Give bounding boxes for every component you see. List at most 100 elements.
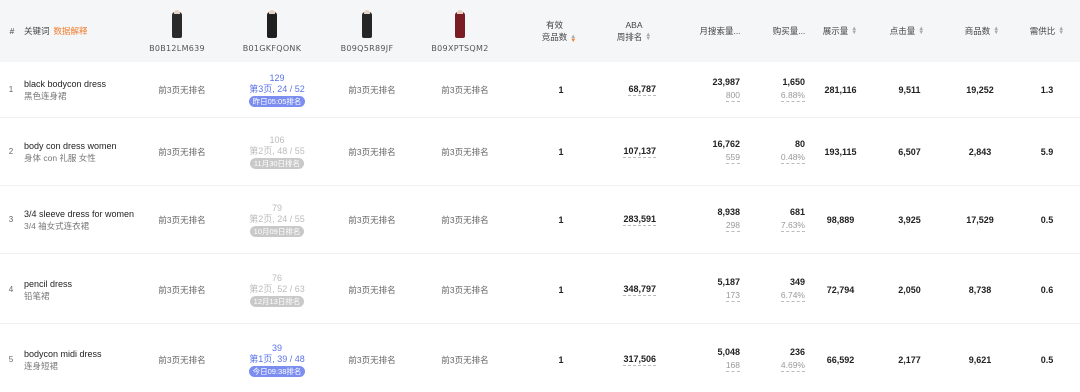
sort-icon[interactable]: ▲ ▼ <box>993 26 999 36</box>
monthly-search-value: 5,048 <box>717 347 740 357</box>
clicks-cell: 2,050 <box>887 256 932 323</box>
sort-icon[interactable]: ▲ ▼ <box>645 32 651 42</box>
keyword-cell[interactable]: body con dress women 身体 con 礼服 女性 <box>24 118 139 185</box>
aba-label: ABA <box>625 20 643 30</box>
rank-cell: 前3页无排名 <box>327 62 417 117</box>
aba-rank-header[interactable]: ABA 周排名 ▲ ▼ <box>608 0 660 62</box>
purchase-rate: 6.74% <box>780 290 805 302</box>
rank-cell: 前3页无排名 <box>137 326 227 392</box>
rank-cell: 前3页无排名 <box>420 256 510 323</box>
product-count-value: 9,621 <box>968 354 992 365</box>
rank-position: 106 <box>269 134 285 145</box>
product-header-4[interactable]: B09XPTSQM2 <box>415 0 505 62</box>
keyword-cell[interactable]: 3/4 sleeve dress for women 3/4 袖女式连衣裙 <box>24 186 139 253</box>
table-row[interactable]: 5 bodycon midi dress 连身短裙 前3页无排名 39 第1页,… <box>0 326 1080 392</box>
data-explanation-link[interactable]: 数据解释 <box>54 25 88 37</box>
dress-image-icon <box>362 9 372 38</box>
dress-image-icon <box>172 9 182 38</box>
sort-icon[interactable]: ▲ ▼ <box>570 34 576 44</box>
no-rank-text: 前3页无排名 <box>348 146 396 157</box>
rank-cell: 前3页无排名 <box>420 62 510 117</box>
purchase-cell: 681 7.63% <box>760 186 805 253</box>
table-row[interactable]: 2 body con dress women 身体 con 礼服 女性 前3页无… <box>0 118 1080 186</box>
purchase-value: 80 <box>794 139 805 149</box>
keyword-en: black bodycon dress <box>24 78 107 89</box>
rank-cell: 前3页无排名 <box>137 118 227 185</box>
product-count-value: 19,252 <box>966 84 994 95</box>
valid-count: 1 <box>558 214 564 225</box>
weekly-search-value: 298 <box>725 220 740 232</box>
rank-time-badge: 今日09:38排名 <box>248 365 306 377</box>
rank-time-badge: 12月13日排名 <box>249 295 305 307</box>
aba-rank: 283,591 <box>623 213 656 226</box>
keyword-cn: 铅笔裙 <box>24 290 50 301</box>
rank-cell: 前3页无排名 <box>420 186 510 253</box>
keyword-cell[interactable]: black bodycon dress 黑色连身裙 <box>24 62 139 117</box>
search-cell: 5,048 168 <box>690 326 740 392</box>
keyword-cell[interactable]: bodycon midi dress 连身短裙 <box>24 326 139 392</box>
sort-icon[interactable]: ▲ ▼ <box>918 26 924 36</box>
purchase-cell: 80 0.48% <box>760 118 805 185</box>
search-cell: 23,987 800 <box>690 62 740 117</box>
table-row[interactable]: 3 3/4 sleeve dress for women 3/4 袖女式连衣裙 … <box>0 186 1080 254</box>
rank-time-badge: 昨日05:05排名 <box>248 95 306 107</box>
rank-position: 129 <box>269 72 285 83</box>
purchase-rate: 7.63% <box>780 220 805 232</box>
no-rank-text: 前3页无排名 <box>158 284 206 295</box>
rank-cell[interactable]: 39 第1页, 39 / 48 今日09:38排名 <box>232 326 322 392</box>
aba-rank: 348,797 <box>623 283 656 296</box>
valid-count-cell: 1 <box>546 186 576 253</box>
rank-cell[interactable]: 76 第2页, 52 / 63 12月13日排名 <box>232 256 322 323</box>
product-asin: B09Q5R89JF <box>340 43 394 53</box>
clicks-header[interactable]: 点击量 ▲ ▼ <box>882 0 932 62</box>
row-index: 2 <box>8 147 14 156</box>
keyword-cell[interactable]: pencil dress 铅笔裙 <box>24 256 139 323</box>
product-asin: B01GKFQONK <box>242 43 302 53</box>
rank-cell[interactable]: 129 第3页, 24 / 52 昨日05:05排名 <box>232 62 322 117</box>
no-rank-text: 前3页无排名 <box>348 354 396 365</box>
purchase-rate: 4.69% <box>780 360 805 372</box>
rank-page-detail: 第2页, 52 / 63 <box>249 283 305 294</box>
table-row[interactable]: 1 black bodycon dress 黑色连身裙 前3页无排名 129 第… <box>0 62 1080 118</box>
valid-count-cell: 1 <box>546 326 576 392</box>
rank-cell[interactable]: 106 第2页, 48 / 55 11月30日排名 <box>232 118 322 185</box>
product-header-2[interactable]: B01GKFQONK <box>227 0 317 62</box>
keyword-cn: 连身短裙 <box>24 360 59 371</box>
ratio-cell: 0.5 <box>1030 186 1064 253</box>
keyword-en: pencil dress <box>24 278 73 289</box>
supply-ratio-header[interactable]: 需供比 ▲ ▼ <box>1022 0 1072 62</box>
rank-cell: 前3页无排名 <box>420 326 510 392</box>
clicks-value: 2,177 <box>898 354 921 365</box>
valid-products-label: 有效 竞品数 <box>541 20 568 42</box>
clicks-value: 2,050 <box>898 284 921 295</box>
impressions-header[interactable]: 展示量 ▲ ▼ <box>815 0 865 62</box>
impressions-value: 66,592 <box>826 354 855 365</box>
keyword-en: bodycon midi dress <box>24 348 102 359</box>
valid-count: 1 <box>558 146 564 157</box>
rank-cell[interactable]: 79 第2页, 24 / 55 10月09日排名 <box>232 186 322 253</box>
no-rank-text: 前3页无排名 <box>441 354 489 365</box>
monthly-search-value: 5,187 <box>717 277 740 287</box>
product-header-3[interactable]: B09Q5R89JF <box>322 0 412 62</box>
product-count-header[interactable]: 商品数 ▲ ▼ <box>954 0 1010 62</box>
search-cell: 16,762 559 <box>690 118 740 185</box>
product-count-cell: 8,738 <box>956 256 1004 323</box>
valid-products-header[interactable]: 有效 竞品数 ▲ ▼ <box>528 0 590 62</box>
aba-rank: 317,506 <box>623 353 656 366</box>
no-rank-text: 前3页无排名 <box>441 214 489 225</box>
table-row[interactable]: 4 pencil dress 铅笔裙 前3页无排名 76 第2页, 52 / 6… <box>0 256 1080 324</box>
product-header-1[interactable]: B0B12LM639 <box>132 0 222 62</box>
impressions-cell: 193,115 <box>818 118 863 185</box>
rank-page-detail: 第2页, 24 / 55 <box>249 213 305 224</box>
sort-icon[interactable]: ▲ ▼ <box>1058 26 1064 36</box>
purchase-value: 349 <box>789 277 805 287</box>
sort-icon[interactable]: ▲ ▼ <box>851 26 857 36</box>
rank-cell: 前3页无排名 <box>327 326 417 392</box>
ratio-cell: 0.6 <box>1030 256 1064 323</box>
monthly-search-label: 月搜索量... <box>699 26 741 36</box>
clicks-value: 9,511 <box>898 84 921 95</box>
monthly-search-header[interactable]: 月搜索量... <box>690 0 750 62</box>
product-thumbnail <box>169 9 185 40</box>
purchase-header[interactable]: 购买量... <box>764 0 814 62</box>
keyword-cn: 黑色连身裙 <box>24 90 67 101</box>
